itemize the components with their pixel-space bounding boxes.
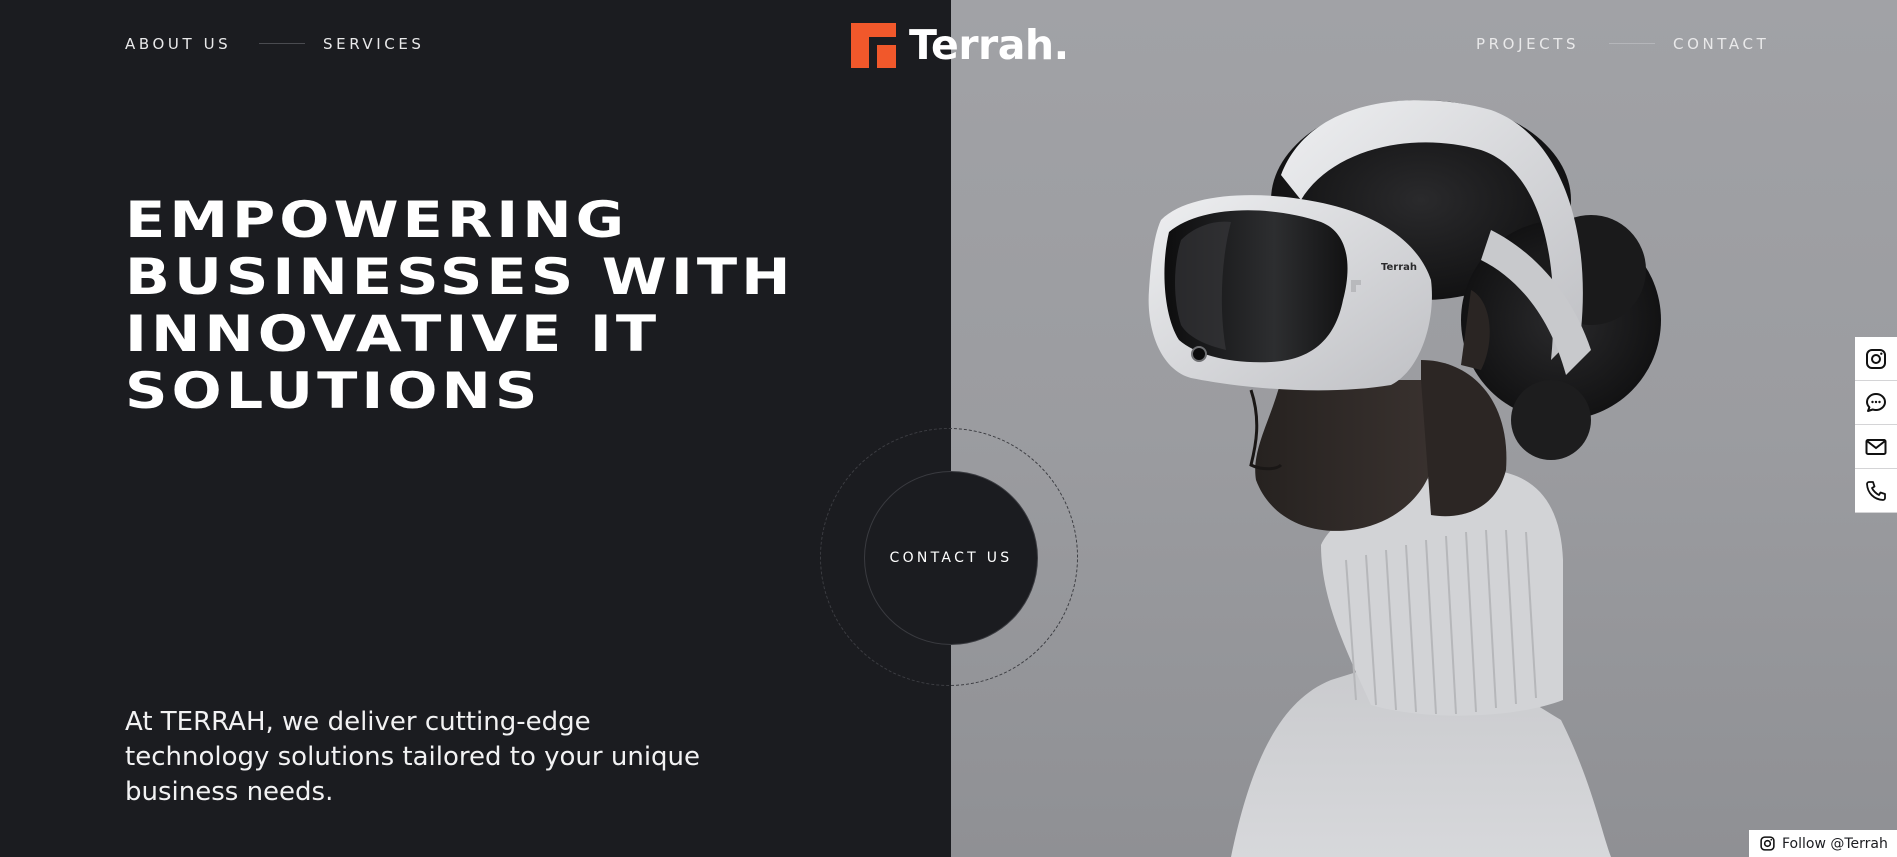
terrah-logo-icon	[851, 22, 896, 68]
vr-headset-woman-image: Terrah	[1148, 100, 1661, 857]
hero-intro-text: At TERRAH, we deliver cutting-edge techn…	[125, 707, 701, 807]
headline-line: SOLUTIONS	[125, 362, 542, 420]
headline-line: INNOVATIVE IT	[125, 305, 661, 363]
follow-instagram-link[interactable]: Follow @Terrah	[1749, 830, 1897, 857]
instagram-link[interactable]	[1855, 337, 1897, 381]
phone-link[interactable]	[1855, 469, 1897, 513]
nav-services[interactable]: SERVICES	[323, 35, 425, 53]
instagram-icon	[1866, 348, 1886, 369]
headset-label: Terrah	[1381, 262, 1417, 273]
mail-icon	[1865, 438, 1887, 455]
brand-logo[interactable]: Terrah.	[851, 21, 1069, 69]
headline-line: EMPOWERING	[125, 191, 629, 249]
follow-label: Follow @Terrah	[1782, 835, 1888, 852]
social-sidebar	[1855, 337, 1897, 513]
instagram-icon	[1760, 836, 1775, 851]
headline-line: BUSINESSES WITH	[125, 248, 795, 306]
phone-icon	[1866, 480, 1886, 501]
contact-us-label: CONTACT US	[889, 550, 1013, 566]
hero-headline: EMPOWERING BUSINESSES WITH INNOVATIVE IT…	[125, 192, 795, 420]
nav-divider	[259, 43, 305, 44]
nav-about-us[interactable]: ABOUT US	[125, 35, 231, 53]
contact-us-button[interactable]: CONTACT US	[864, 471, 1038, 645]
brand-name: Terrah.	[909, 21, 1069, 69]
mail-link[interactable]	[1855, 425, 1897, 469]
nav-divider	[1609, 43, 1655, 44]
nav-projects[interactable]: PROJECTS	[1476, 35, 1579, 53]
hero-image-panel: Terrah	[951, 0, 1897, 857]
nav-contact[interactable]: CONTACT	[1673, 35, 1769, 53]
chat-link[interactable]	[1855, 381, 1897, 425]
chat-icon	[1866, 392, 1886, 412]
